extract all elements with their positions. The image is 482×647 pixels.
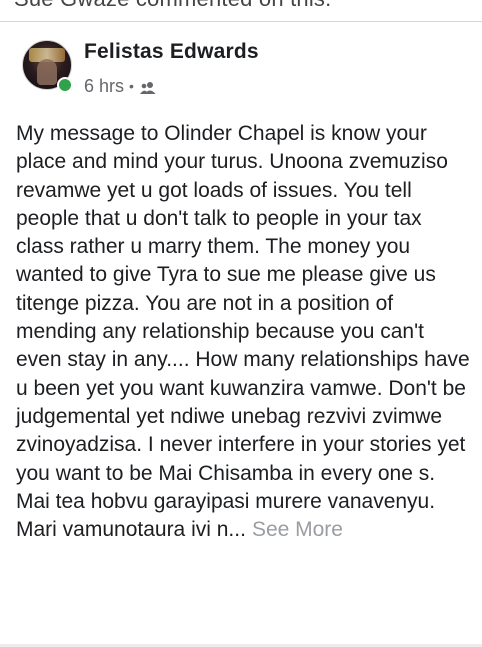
- post-body: My message to Olinder Chapel is know you…: [16, 120, 474, 544]
- previous-activity-text: Sue Gwaze commented on this.: [14, 0, 331, 12]
- post-card: Felistas Edwards 6 hrs • My message to O…: [0, 22, 482, 647]
- post-timestamp[interactable]: 6 hrs: [84, 76, 124, 97]
- meta-separator: •: [129, 78, 134, 94]
- author-name[interactable]: Felistas Edwards: [84, 40, 259, 64]
- avatar-image-figure: [37, 59, 57, 85]
- author-avatar[interactable]: [22, 40, 73, 93]
- previous-activity-strip: Sue Gwaze commented on this.: [0, 0, 482, 22]
- see-more-link[interactable]: See More: [252, 518, 343, 541]
- post-meta: 6 hrs •: [84, 75, 157, 97]
- friends-icon[interactable]: [139, 79, 157, 94]
- post-body-text: My message to Olinder Chapel is know you…: [16, 122, 470, 542]
- online-status-indicator: [57, 77, 73, 93]
